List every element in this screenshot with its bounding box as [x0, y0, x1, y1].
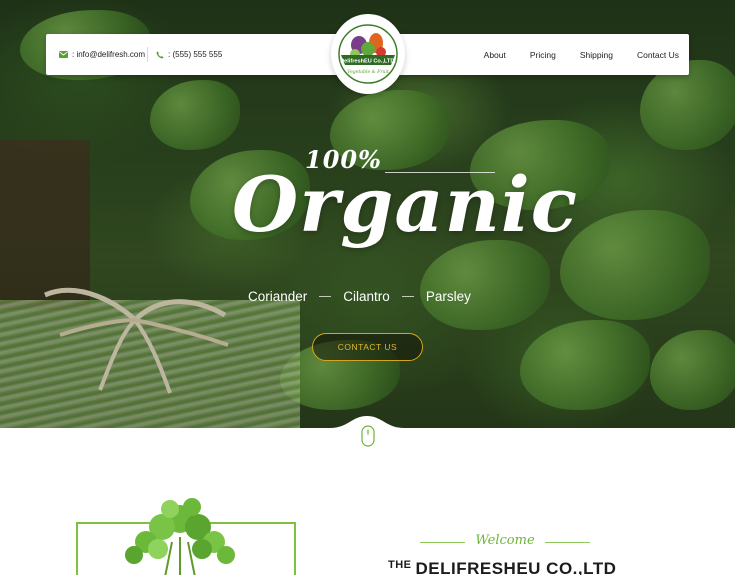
company-the: THE — [388, 559, 412, 571]
envelope-icon — [59, 51, 68, 58]
nav-about[interactable]: About — [484, 50, 506, 60]
svg-text:Vegetable & Fruit: Vegetable & Fruit — [347, 69, 389, 75]
contact-us-button[interactable]: CONTACT US — [312, 333, 423, 361]
nav-contact-us[interactable]: Contact Us — [637, 50, 679, 60]
welcome-heading: Welcome — [420, 533, 590, 553]
email-address: info@delifresh.com — [76, 50, 146, 59]
logo-emblem: DelifreshEU Co.,LTD. Vegetable & Fruit — [338, 24, 398, 84]
phone-number: (555) 555 555 — [172, 50, 223, 59]
phone-contact[interactable]: : (555) 555 555 — [156, 34, 222, 75]
main-nav: About Pricing Shipping Contact Us — [460, 34, 679, 75]
nav-shipping[interactable]: Shipping — [580, 50, 613, 60]
email-contact[interactable]: : info@delifresh.com — [59, 34, 145, 75]
welcome-text: Welcome — [475, 533, 535, 548]
herb-separator — [401, 296, 414, 297]
contact-divider — [147, 47, 148, 62]
herb-list: Coriander Cilantro Parsley — [248, 289, 471, 304]
svg-text:DelifreshEU Co.,LTD.: DelifreshEU Co.,LTD. — [340, 59, 396, 65]
herb-item: Coriander — [248, 289, 308, 304]
parsley-image — [125, 498, 235, 575]
mouse-icon[interactable] — [359, 424, 377, 448]
company-title: THE DELIFRESHEU CO.,LTD — [388, 559, 616, 575]
herb-item: Cilantro — [343, 289, 390, 304]
herb-item: Parsley — [425, 289, 471, 304]
phone-icon — [156, 51, 164, 59]
herb-separator — [319, 296, 332, 297]
nav-pricing[interactable]: Pricing — [530, 50, 556, 60]
company-name: DELIFRESHEU CO.,LTD — [415, 559, 617, 575]
brand-logo[interactable]: DelifreshEU Co.,LTD. Vegetable & Fruit — [331, 14, 405, 94]
hero-headline: Organic — [232, 160, 579, 249]
